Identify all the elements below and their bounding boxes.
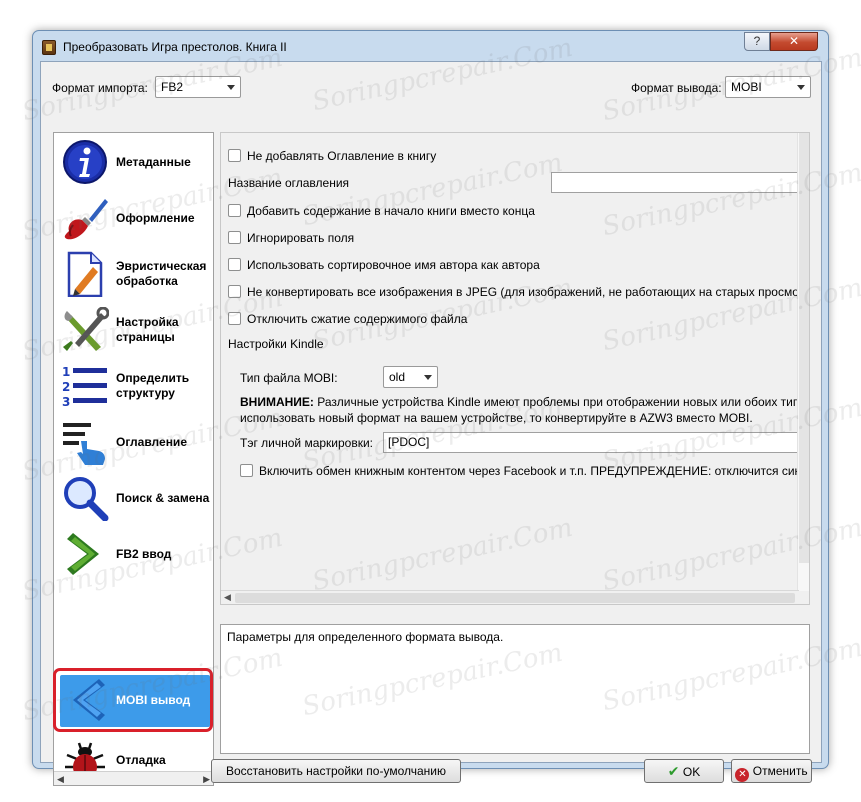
options-horizontal-scrollbar[interactable]: ◀ — [221, 590, 799, 604]
output-format-select[interactable]: MOBI — [725, 76, 811, 98]
cancel-x-icon: ✕ — [735, 768, 750, 782]
sidebar-item-heuristic[interactable]: Эвристическая обработка — [54, 247, 214, 301]
personal-tag-input[interactable]: [PDOC] — [383, 432, 809, 453]
tools-icon — [63, 307, 109, 351]
warning-bold: ВНИМАНИЕ: — [240, 395, 314, 409]
restore-defaults-button[interactable]: Восстановить настройки по-умолчанию — [211, 759, 461, 783]
kindle-warning-line2: использовать новый формат на вашем устро… — [240, 411, 753, 425]
sidebar-item-label: Метаданные — [116, 154, 191, 169]
cancel-label: Отменить — [752, 764, 808, 778]
share-facebook-label: Включить обмен книжным контентом через F… — [259, 464, 810, 478]
list-icon: 1 2 3 — [62, 365, 107, 409]
ok-label: OK — [682, 765, 701, 779]
window-title: Преобразовать Игра престолов. Книга II — [63, 40, 287, 54]
sidebar-item-label: Оформление — [116, 210, 195, 225]
magnifier-icon — [64, 477, 109, 521]
mobi-file-type-value: old — [389, 370, 406, 384]
brush-icon — [64, 199, 108, 240]
title-bar[interactable]: Преобразовать Игра престолов. Книга II ?… — [33, 31, 828, 61]
ok-button[interactable]: ✔ OK — [644, 759, 724, 783]
mobi-file-type-label: Тип файла MOBI: — [240, 371, 338, 385]
sidebar-item-label: Оглавление — [116, 434, 187, 449]
horizontal-scroll-thumb[interactable] — [235, 593, 795, 603]
convert-dialog: Преобразовать Игра престолов. Книга II ?… — [32, 30, 829, 786]
check-icon: ✔ — [667, 763, 680, 779]
close-button[interactable]: ✕ — [770, 32, 818, 51]
ignore-margins-label: Игнорировать поля — [247, 231, 355, 245]
svg-text:2: 2 — [62, 380, 70, 394]
description-text: Параметры для определенного формата выво… — [227, 630, 504, 644]
toc-title-input[interactable] — [551, 172, 809, 193]
no-jpeg-checkbox[interactable] — [228, 285, 241, 298]
scroll-left-icon[interactable]: ◀ — [224, 592, 231, 603]
chevron-down-icon — [424, 375, 432, 380]
sidebar-item-toc[interactable]: Оглавление — [54, 415, 214, 469]
vertical-scroll-thumb[interactable] — [799, 133, 809, 563]
help-button[interactable]: ? — [744, 32, 770, 51]
toc-title-label: Название оглавления — [228, 176, 350, 190]
no-jpeg-label: Не конвертировать все изображения в JPEG… — [247, 285, 810, 299]
dialog-client-area: Формат импорта: FB2 Формат вывода: MOBI … — [40, 61, 822, 786]
sidebar-item-label: FB2 ввод — [116, 546, 172, 561]
sidebar-item-structure[interactable]: 1 2 3 Определить структуру — [54, 359, 214, 413]
no-compress-label: Отключить сжатие содержимого файла — [247, 312, 468, 326]
kindle-warning-line1: ВНИМАНИЕ: Различные устройства Kindle им… — [240, 395, 806, 409]
import-format-select[interactable]: FB2 — [155, 76, 241, 98]
personal-tag-label: Тэг личной маркировки: — [240, 436, 374, 450]
toc-at-start-checkbox[interactable] — [228, 204, 241, 217]
highlight-frame — [53, 668, 213, 732]
svg-text:3: 3 — [62, 395, 70, 409]
svg-text:1: 1 — [62, 365, 70, 379]
scroll-left-icon[interactable]: ◀ — [57, 774, 64, 785]
kindle-group-label: Настройки Kindle — [228, 337, 324, 351]
scroll-right-icon[interactable]: ▶ — [203, 774, 210, 785]
calibre-app-icon — [42, 40, 56, 55]
import-format-value: FB2 — [161, 80, 184, 94]
output-format-value: MOBI — [731, 80, 762, 94]
mobi-file-type-select[interactable]: old — [383, 366, 438, 388]
arrow-right-icon — [67, 533, 99, 575]
sidebar-horizontal-scrollbar[interactable]: ◀ ▶ — [54, 771, 213, 785]
no-toc-checkbox[interactable] — [228, 149, 241, 162]
share-facebook-checkbox[interactable] — [240, 464, 253, 477]
sidebar-item-search-replace[interactable]: Поиск & замена — [54, 471, 214, 525]
sort-author-checkbox[interactable] — [228, 258, 241, 271]
sidebar-item-label: Настройка страницы — [116, 315, 179, 344]
chevron-down-icon — [797, 85, 805, 90]
sidebar-item-metadata[interactable]: Метаданные — [54, 135, 214, 189]
toc-at-start-label: Добавить содержание в начало книги вмест… — [247, 204, 535, 218]
options-vertical-scrollbar[interactable] — [797, 133, 809, 591]
output-format-label: Формат вывода: — [631, 81, 722, 95]
sort-author-label: Использовать сортировочное имя автора ка… — [247, 258, 540, 272]
toc-hand-icon — [63, 423, 105, 465]
ignore-margins-checkbox[interactable] — [228, 231, 241, 244]
sidebar-item-page-setup[interactable]: Настройка страницы — [54, 303, 214, 357]
sidebar-item-label: Определить структуру — [116, 371, 190, 400]
no-compress-checkbox[interactable] — [228, 312, 241, 325]
document-icon — [67, 251, 103, 297]
chevron-down-icon — [227, 85, 235, 90]
import-format-label: Формат импорта: — [52, 81, 148, 95]
info-icon — [63, 140, 107, 184]
options-panel: Не добавлять Оглавление в книгу Название… — [220, 132, 810, 605]
sidebar-item-label: Эвристическая обработка — [116, 259, 207, 288]
description-box: Параметры для определенного формата выво… — [220, 624, 810, 754]
cancel-button[interactable]: ✕ Отменить — [731, 759, 812, 783]
sidebar-item-fb2-input[interactable]: FB2 ввод — [54, 527, 214, 581]
sidebar-item-look-and-feel[interactable]: Оформление — [54, 191, 214, 245]
warning-text: Различные устройства Kindle имеют пробле… — [313, 395, 807, 409]
no-toc-label: Не добавлять Оглавление в книгу — [247, 149, 437, 163]
sidebar-item-label: Поиск & замена — [116, 490, 210, 505]
